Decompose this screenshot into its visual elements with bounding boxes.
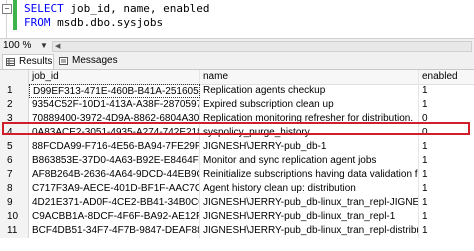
query-editor[interactable]: − SELECT job_id, name, enabled FROM msdb… (0, 0, 474, 38)
job-id-cell[interactable]: B863853E-37D0-4A63-B92E-E8464F5B4568 (29, 154, 200, 168)
row-number[interactable]: 8 (0, 182, 29, 196)
job-id-cell[interactable]: C9ACBB1A-8DCF-4F6F-BA92-AE12FC918350 (29, 210, 200, 224)
name-cell[interactable]: Replication agents checkup (200, 84, 419, 98)
row-number[interactable]: 11 (0, 224, 29, 238)
tab-messages[interactable]: Messages (56, 54, 126, 68)
row-number[interactable]: 5 (0, 140, 29, 154)
name-cell[interactable]: Monitor and sync replication agent jobs (200, 154, 419, 168)
scroll-left-icon[interactable]: ◀ (55, 42, 60, 51)
select-columns: job_id, name, enabled (63, 2, 210, 15)
column-header-job-id[interactable]: job_id (29, 70, 200, 84)
enabled-cell[interactable]: 1 (419, 84, 474, 98)
from-keyword: FROM (24, 16, 51, 29)
change-marker (13, 0, 17, 30)
name-cell[interactable]: JIGNESH\JERRY-pub_db-linux_tran_repl-dis… (200, 224, 419, 238)
row-highlight-box (2, 122, 470, 135)
row-number[interactable]: 7 (0, 168, 29, 182)
tab-messages-label: Messages (72, 55, 118, 66)
table-row[interactable]: 2 9354C52F-10D1-413A-A38F-287059778186 E… (0, 98, 474, 112)
name-cell[interactable]: Expired subscription clean up (200, 98, 419, 112)
tab-results-label: Results (19, 56, 53, 67)
job-id-cell[interactable]: AF8B264B-2636-4A64-9DCD-44EB9C6A0CF0 (29, 168, 200, 182)
enabled-cell[interactable]: 1 (419, 182, 474, 196)
enabled-cell[interactable]: 1 (419, 154, 474, 168)
table-row[interactable]: 11 BCF4DB51-34F7-4F7B-9847-DEAF8882A85B … (0, 224, 474, 238)
zoom-bar: 100 % ▼ ◀ (0, 38, 474, 54)
row-number[interactable]: 2 (0, 98, 29, 112)
row-number[interactable]: 9 (0, 196, 29, 210)
grid-header-row: job_id name enabled (0, 70, 474, 85)
code-line-1[interactable]: SELECT job_id, name, enabled (24, 2, 209, 15)
name-cell[interactable]: JIGNESH\JERRY-pub_db-linux_tran_repl-JIG… (200, 196, 419, 210)
zoom-dropdown-icon[interactable]: ▼ (40, 39, 48, 53)
job-id-cell[interactable]: 4D21E371-AD0F-4CE2-BB41-34B0C0FC05D3 (29, 196, 200, 210)
row-number[interactable]: 10 (0, 210, 29, 224)
select-keyword: SELECT (24, 2, 64, 15)
zoom-level[interactable]: 100 % (3, 39, 31, 53)
message-icon (59, 57, 68, 65)
job-id-cell[interactable]: C717F3A9-AECE-401D-BF1F-AAC7CFB1F920 (29, 182, 200, 196)
collapse-icon[interactable]: − (2, 4, 12, 14)
table-row[interactable]: 10 C9ACBB1A-8DCF-4F6F-BA92-AE12FC918350 … (0, 210, 474, 224)
enabled-cell[interactable]: 1 (419, 210, 474, 224)
job-id-cell[interactable]: BCF4DB51-34F7-4F7B-9847-DEAF8882A85B (29, 224, 200, 238)
name-cell[interactable]: Reinitialize subscriptions having data v… (200, 168, 419, 182)
job-id-cell[interactable]: D99EF313-471E-460B-B41A-251605949392 (29, 84, 200, 98)
table-row[interactable]: 1 D99EF313-471E-460B-B41A-251605949392 R… (0, 84, 474, 98)
tab-results[interactable]: Results (2, 54, 54, 69)
enabled-cell[interactable]: 1 (419, 168, 474, 182)
results-grid[interactable]: job_id name enabled 1 D99EF313-471E-460B… (0, 70, 474, 251)
job-id-cell[interactable]: 88FCDA99-F716-4E56-BA94-7FE29F356535 (29, 140, 200, 154)
table-row[interactable]: 5 88FCDA99-F716-4E56-BA94-7FE29F356535 J… (0, 140, 474, 154)
name-cell[interactable]: JIGNESH\JERRY-pub_db-1 (200, 140, 419, 154)
job-id-cell[interactable]: 9354C52F-10D1-413A-A38F-287059778186 (29, 98, 200, 112)
name-cell[interactable]: JIGNESH\JERRY-pub_db-linux_tran_repl-1 (200, 210, 419, 224)
horizontal-scrollbar[interactable]: ◀ (52, 41, 472, 52)
enabled-cell[interactable]: 1 (419, 98, 474, 112)
enabled-cell[interactable]: 1 (419, 196, 474, 210)
column-header-name[interactable]: name (200, 70, 419, 84)
enabled-cell[interactable]: 1 (419, 224, 474, 238)
enabled-cell[interactable]: 1 (419, 140, 474, 154)
row-number-header[interactable] (0, 70, 29, 84)
table-row[interactable]: 7 AF8B264B-2636-4A64-9DCD-44EB9C6A0CF0 R… (0, 168, 474, 182)
code-line-2[interactable]: FROM msdb.dbo.sysjobs (24, 16, 163, 29)
table-row[interactable]: 8 C717F3A9-AECE-401D-BF1F-AAC7CFB1F920 A… (0, 182, 474, 196)
results-tabbar: Results Messages (0, 53, 474, 70)
row-number[interactable]: 1 (0, 84, 29, 98)
row-number[interactable]: 6 (0, 154, 29, 168)
column-header-enabled[interactable]: enabled (419, 70, 474, 84)
name-cell[interactable]: Agent history clean up: distribution (200, 182, 419, 196)
table-row[interactable]: 9 4D21E371-AD0F-4CE2-BB41-34B0C0FC05D3 J… (0, 196, 474, 210)
from-table: msdb.dbo.sysjobs (50, 16, 164, 29)
table-row[interactable]: 6 B863853E-37D0-4A63-B92E-E8464F5B4568 M… (0, 154, 474, 168)
grid-icon (6, 58, 15, 66)
